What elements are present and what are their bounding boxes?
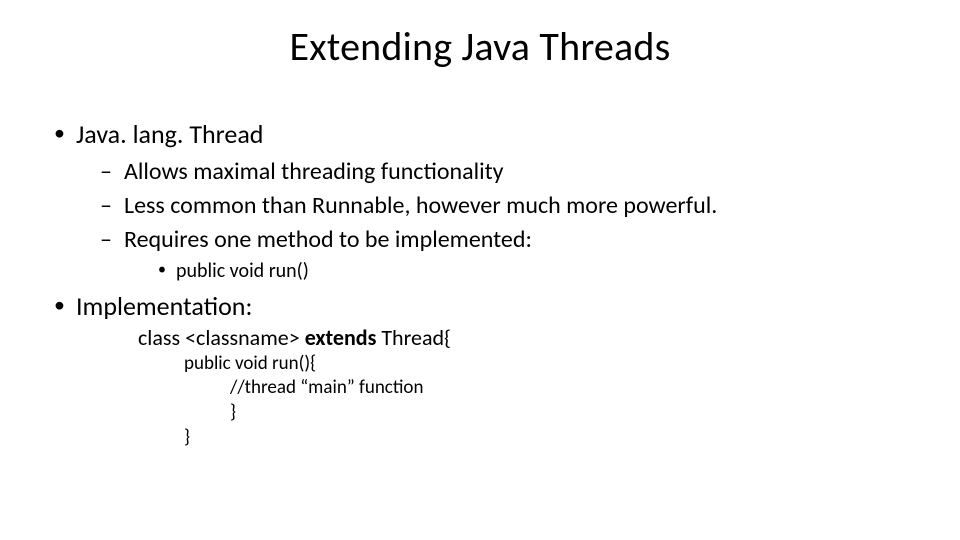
- bullet-text: Requires one method to be implemented:: [124, 225, 532, 254]
- bullet-list-level3: public void run(): [124, 259, 912, 284]
- code-block: class <classname> extends Thread{ public…: [138, 324, 912, 450]
- slide: Extending Java Threads Java. lang. Threa…: [0, 0, 960, 540]
- sub-requires-method: Requires one method to be implemented: p…: [96, 225, 912, 284]
- bullet-implementation: Implementation: class <classname> extend…: [48, 290, 912, 451]
- sub-allows-maximal: Allows maximal threading functionality: [96, 157, 912, 187]
- bullet-list-level2: Allows maximal threading functionality L…: [76, 157, 912, 284]
- bullet-text: Less common than Runnable, however much …: [124, 191, 717, 220]
- code-line-comment: //thread “main” function: [230, 376, 912, 401]
- bullet-text: Java. lang. Thread: [76, 118, 263, 150]
- code-keyword-extends: extends: [305, 324, 377, 351]
- code-line-class-extends: class <classname> extends Thread{: [138, 324, 912, 352]
- bullet-text: Implementation:: [76, 290, 252, 322]
- code-line-run: public void run(){: [184, 352, 912, 377]
- slide-body: Java. lang. Thread Allows maximal thread…: [48, 118, 912, 456]
- code-inner: public void run(){ //thread “main” funct…: [184, 352, 912, 451]
- code-text: Thread{: [376, 324, 451, 351]
- bullet-java-lang-thread: Java. lang. Thread Allows maximal thread…: [48, 118, 912, 284]
- slide-title: Extending Java Threads: [0, 22, 960, 71]
- bullet-text: public void run(): [176, 259, 309, 283]
- code-text: class <classname>: [138, 324, 305, 351]
- code-line-close-outer: }: [184, 426, 912, 451]
- sub-less-common: Less common than Runnable, however much …: [96, 191, 912, 221]
- bullet-list-level1: Java. lang. Thread Allows maximal thread…: [48, 118, 912, 450]
- code-line-close-inner: }: [230, 401, 912, 426]
- sub-public-void-run: public void run(): [154, 259, 912, 284]
- bullet-text: Allows maximal threading functionality: [124, 157, 504, 186]
